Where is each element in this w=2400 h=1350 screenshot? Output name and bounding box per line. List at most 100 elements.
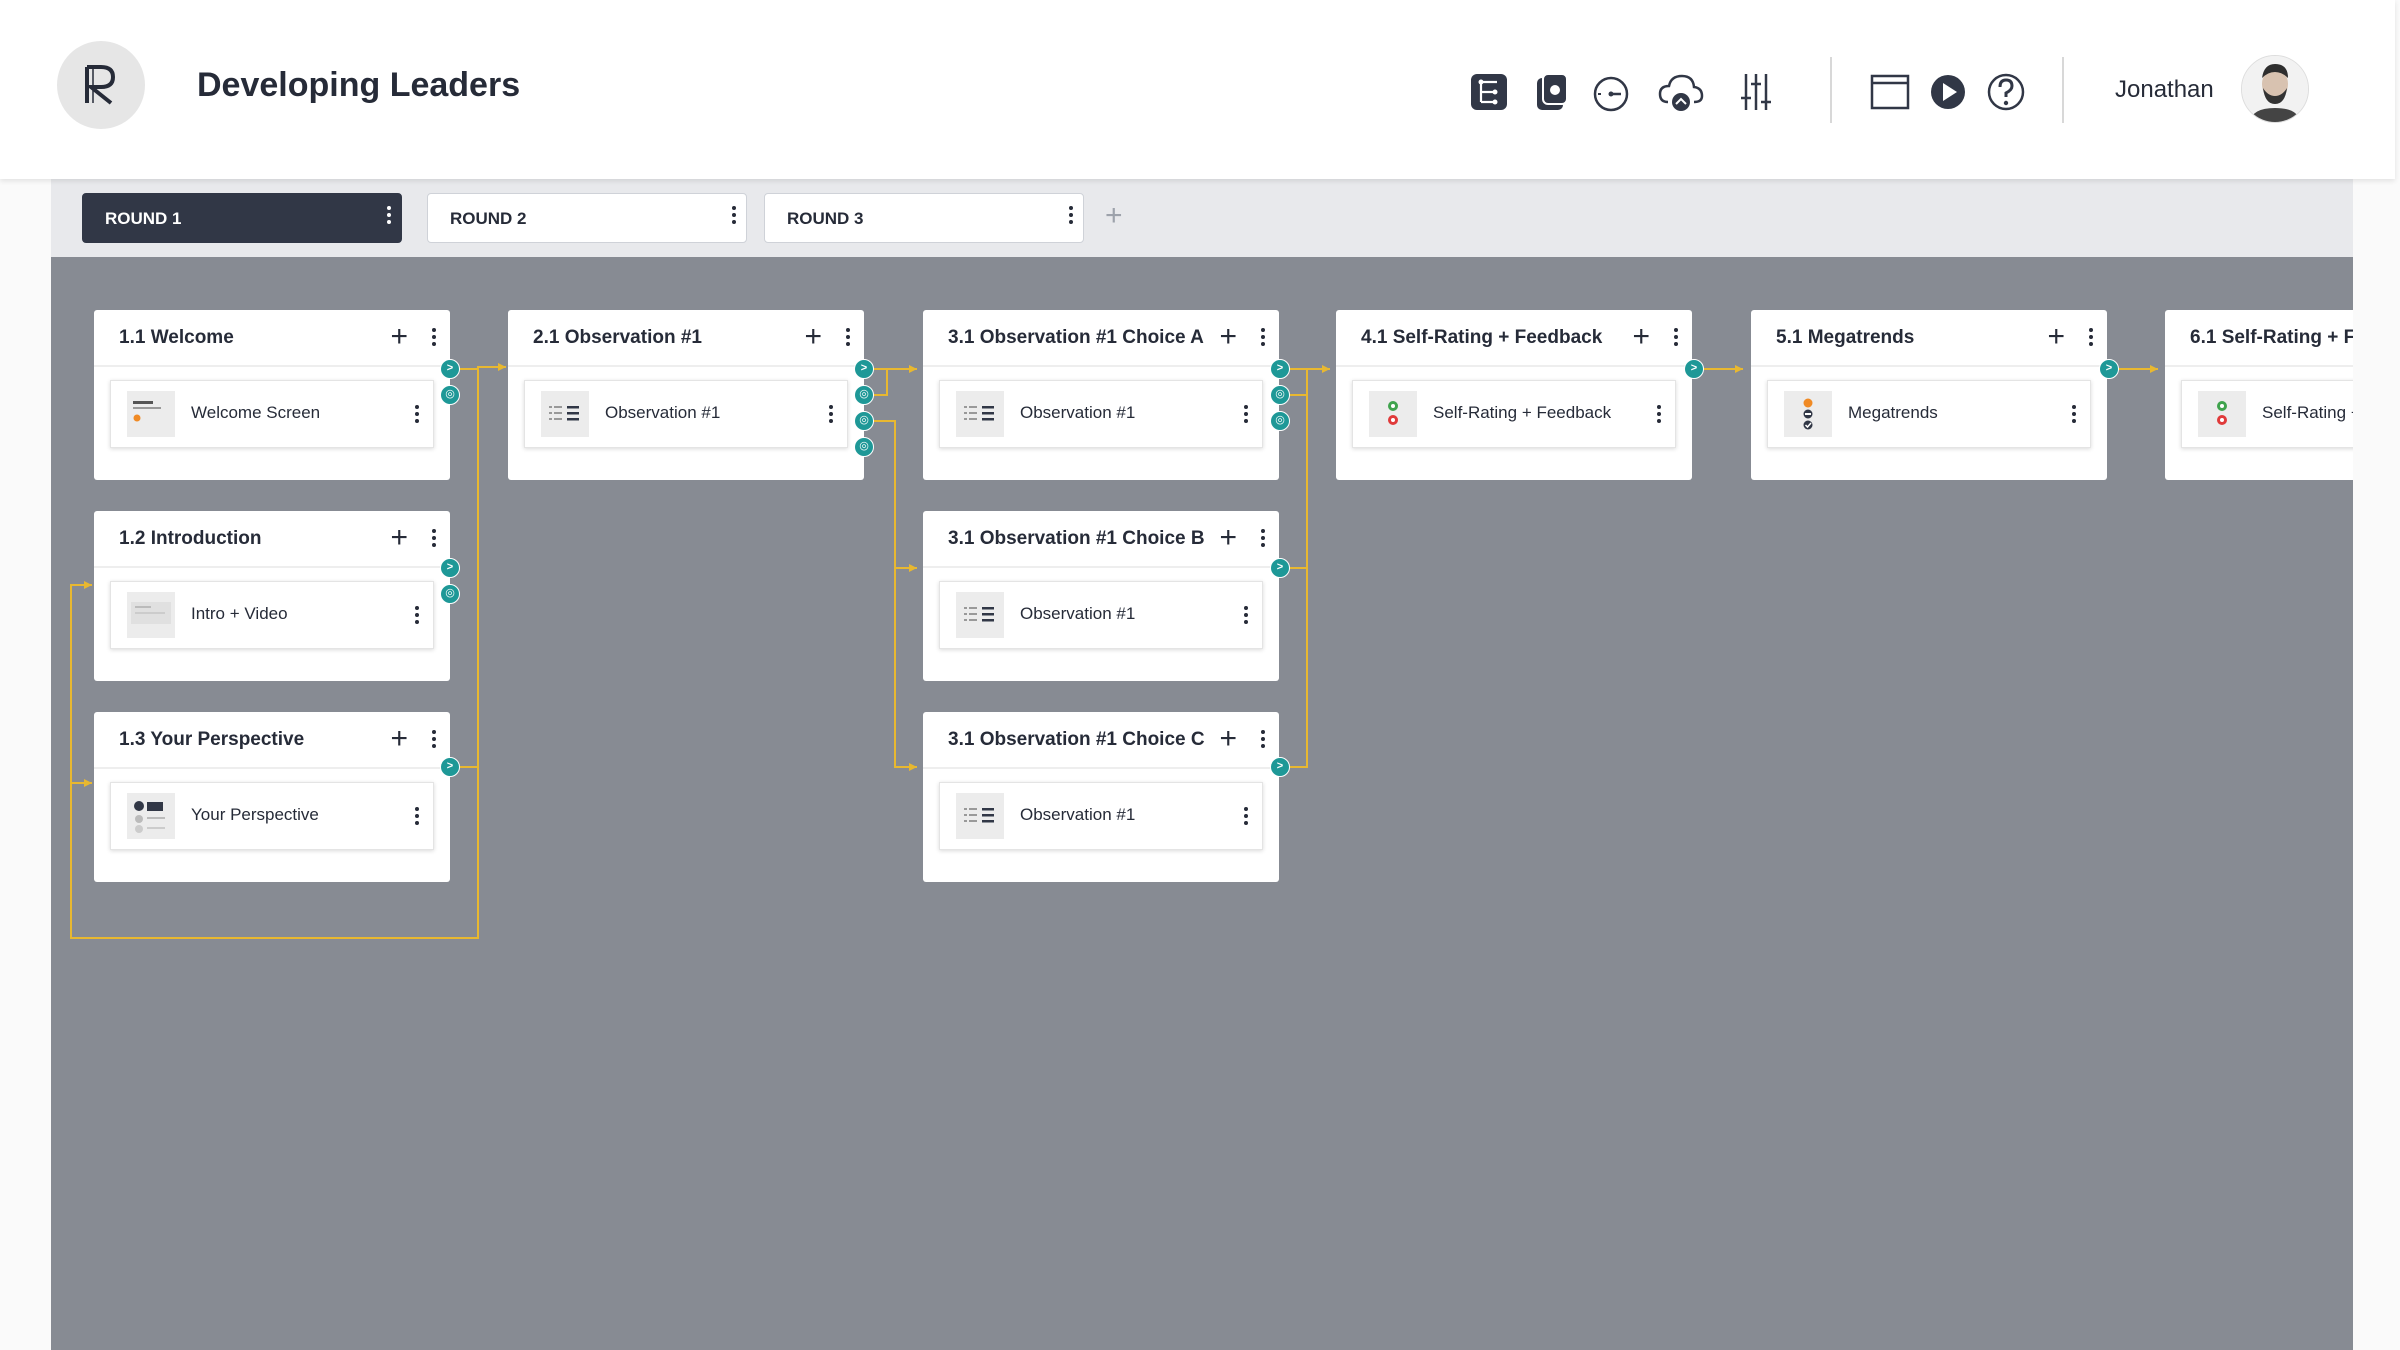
card-divider — [94, 365, 450, 367]
more-icon[interactable] — [2072, 405, 2076, 423]
next-port[interactable]: > — [1270, 359, 1290, 379]
screen-item[interactable]: Intro + Video — [110, 581, 434, 649]
more-icon[interactable] — [1261, 328, 1265, 346]
step-card-6-1[interactable]: 6.1 Self-Rating + Feedback + Self-Rating… — [2165, 310, 2353, 480]
add-screen-button[interactable]: + — [390, 523, 408, 553]
more-icon[interactable] — [415, 606, 419, 624]
next-port[interactable]: > — [2099, 359, 2119, 379]
more-icon[interactable] — [846, 328, 850, 346]
screen-item[interactable]: Self-Rating + Feedback — [2181, 380, 2353, 448]
step-card-2-1[interactable]: 2.1 Observation #1 + Observation #1 — [508, 310, 864, 480]
screen-item[interactable]: Self-Rating + Feedback — [1352, 380, 1676, 448]
next-port[interactable]: > — [1270, 757, 1290, 777]
screen-label: Your Perspective — [191, 805, 319, 824]
more-icon[interactable] — [1657, 405, 1661, 423]
add-screen-button[interactable]: + — [804, 322, 822, 352]
help-icon[interactable] — [1982, 68, 2030, 116]
flow-canvas[interactable]: 1.1 Welcome + Welcome Screen 1.2 Introdu… — [51, 257, 2353, 1350]
step-card-3-1-c[interactable]: 3.1 Observation #1 Choice C + Observatio… — [923, 712, 1279, 882]
screen-label: Observation #1 — [605, 403, 721, 422]
add-screen-button[interactable]: + — [1219, 724, 1237, 754]
next-port[interactable]: > — [1684, 359, 1704, 379]
next-port[interactable]: > — [1270, 558, 1290, 578]
add-screen-button[interactable]: + — [390, 322, 408, 352]
welcome-thumbnail-icon — [127, 391, 175, 437]
more-icon[interactable] — [387, 206, 391, 224]
more-icon[interactable] — [432, 328, 436, 346]
more-icon[interactable] — [1244, 606, 1248, 624]
add-screen-button[interactable]: + — [390, 724, 408, 754]
more-icon[interactable] — [1261, 529, 1265, 547]
more-icon[interactable] — [1261, 730, 1265, 748]
app-logo[interactable] — [57, 41, 145, 129]
tab-label: ROUND 1 — [105, 209, 182, 228]
next-port[interactable]: > — [440, 757, 460, 777]
more-icon[interactable] — [432, 529, 436, 547]
sliders-icon[interactable] — [1732, 68, 1780, 116]
window-icon[interactable] — [1866, 68, 1914, 116]
add-round-button[interactable]: + — [1105, 201, 1123, 231]
screen-item[interactable]: Welcome Screen — [110, 380, 434, 448]
more-icon[interactable] — [1069, 206, 1073, 224]
choice-port[interactable]: ◎ — [440, 385, 460, 405]
screen-item[interactable]: Observation #1 — [939, 581, 1263, 649]
tab-round-3[interactable]: ROUND 3 — [764, 193, 1084, 243]
cloud-sync-icon[interactable] — [1656, 68, 1704, 116]
tab-round-1[interactable]: ROUND 1 — [82, 193, 402, 243]
pages-icon[interactable] — [1527, 68, 1575, 116]
more-icon[interactable] — [732, 206, 736, 224]
choice-port[interactable]: ◎ — [854, 411, 874, 431]
card-divider — [1336, 365, 1692, 367]
choice-port[interactable]: ◎ — [854, 437, 874, 457]
card-divider — [508, 365, 864, 367]
timer-icon[interactable] — [1587, 68, 1635, 116]
step-title: 3.1 Observation #1 Choice A — [948, 327, 1204, 348]
more-icon[interactable] — [829, 405, 833, 423]
step-title: 3.1 Observation #1 Choice B — [948, 528, 1205, 549]
add-screen-button[interactable]: + — [1219, 322, 1237, 352]
play-icon[interactable] — [1924, 68, 1972, 116]
add-screen-button[interactable]: + — [1219, 523, 1237, 553]
more-icon[interactable] — [2089, 328, 2093, 346]
structure-icon[interactable] — [1465, 68, 1513, 116]
avatar[interactable] — [2241, 55, 2309, 123]
user-name[interactable]: Jonathan — [2115, 76, 2214, 104]
round-tabs: ROUND 1 ROUND 2 ROUND 3 + — [51, 179, 2353, 257]
step-card-5-1[interactable]: 5.1 Megatrends + Megatrends — [1751, 310, 2107, 480]
screen-label: Megatrends — [1848, 403, 1938, 422]
step-card-3-1-b[interactable]: 3.1 Observation #1 Choice B + Observatio… — [923, 511, 1279, 681]
next-port[interactable]: > — [440, 359, 460, 379]
add-screen-button[interactable]: + — [1632, 322, 1650, 352]
step-card-1-2[interactable]: 1.2 Introduction + Intro + Video — [94, 511, 450, 681]
list-thumbnail-icon — [956, 592, 1004, 638]
screen-item[interactable]: Observation #1 — [939, 782, 1263, 850]
screen-item[interactable]: Observation #1 — [524, 380, 848, 448]
step-card-4-1[interactable]: 4.1 Self-Rating + Feedback + Self-Rating… — [1336, 310, 1692, 480]
choice-port[interactable]: ◎ — [440, 584, 460, 604]
choice-port[interactable]: ◎ — [1270, 385, 1290, 405]
screen-item[interactable]: Observation #1 — [939, 380, 1263, 448]
choice-port[interactable]: ◎ — [1270, 411, 1290, 431]
tab-label: ROUND 2 — [450, 209, 527, 228]
more-icon[interactable] — [1244, 807, 1248, 825]
step-card-1-3[interactable]: 1.3 Your Perspective + Your Perspective — [94, 712, 450, 882]
more-icon[interactable] — [415, 807, 419, 825]
choice-port[interactable]: ◎ — [854, 385, 874, 405]
more-icon[interactable] — [1244, 405, 1248, 423]
tab-round-2[interactable]: ROUND 2 — [427, 193, 747, 243]
next-port[interactable]: > — [440, 558, 460, 578]
tab-label: ROUND 3 — [787, 209, 864, 228]
step-card-1-1[interactable]: 1.1 Welcome + Welcome Screen — [94, 310, 450, 480]
more-icon[interactable] — [1674, 328, 1678, 346]
screen-item[interactable]: Your Perspective — [110, 782, 434, 850]
card-divider — [94, 767, 450, 769]
step-title: 1.3 Your Perspective — [119, 729, 305, 750]
add-screen-button[interactable]: + — [2047, 322, 2065, 352]
step-card-3-1-a[interactable]: 3.1 Observation #1 Choice A + Observatio… — [923, 310, 1279, 480]
rating-thumbnail-icon — [2198, 391, 2246, 437]
screen-label: Welcome Screen — [191, 403, 321, 422]
more-icon[interactable] — [432, 730, 436, 748]
screen-item[interactable]: Megatrends — [1767, 380, 2091, 448]
next-port[interactable]: > — [854, 359, 874, 379]
more-icon[interactable] — [415, 405, 419, 423]
